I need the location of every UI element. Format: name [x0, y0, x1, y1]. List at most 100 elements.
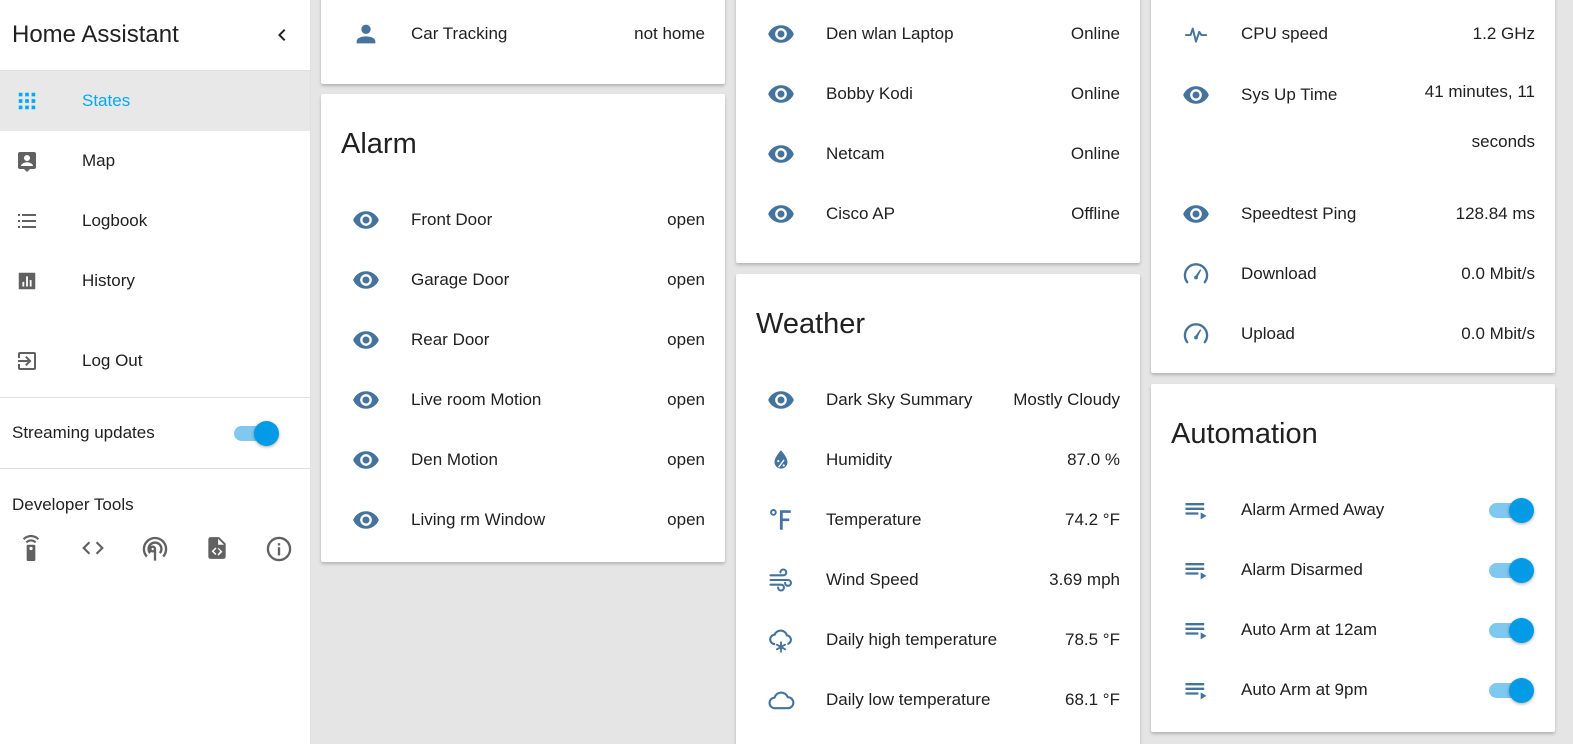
- entity-row-wind-speed[interactable]: Wind Speed 3.69 mph: [736, 550, 1140, 610]
- entity-row-car-tracking[interactable]: Car Tracking not home: [321, 4, 725, 64]
- entity-name: Download: [1241, 264, 1317, 283]
- entity-name: Living rm Window: [411, 510, 546, 529]
- code-icon: [82, 541, 104, 555]
- entity-name: CPU speed: [1241, 24, 1328, 43]
- entity-row-speedtest-ping[interactable]: Speedtest Ping 128.84 ms: [1151, 184, 1555, 244]
- entity-name: Garage Door: [411, 270, 510, 289]
- entity-row-garage-door[interactable]: Garage Door open: [321, 250, 725, 310]
- card-title: Alarm: [341, 127, 417, 160]
- sidebar-item-label: Map: [82, 151, 116, 170]
- entity-row-dark-sky-summary[interactable]: Dark Sky Summary Mostly Cloudy: [736, 370, 1140, 430]
- entity-row-front-door[interactable]: Front Door open: [321, 190, 725, 250]
- dev-tool-info[interactable]: [248, 535, 310, 563]
- automation-toggle[interactable]: [1489, 558, 1535, 583]
- entity-row-upload[interactable]: Upload 0.0 Mbit/s: [1151, 304, 1555, 364]
- speedometer-icon: [1179, 317, 1213, 351]
- entity-state: not home: [634, 24, 705, 43]
- entity-state: 0.0 Mbit/s: [1461, 324, 1535, 343]
- entity-name: Alarm Armed Away: [1241, 500, 1385, 519]
- entity-row-download[interactable]: Download 0.0 Mbit/s: [1151, 244, 1555, 304]
- file-code-icon: [208, 537, 226, 559]
- card-title: Weather: [756, 307, 866, 340]
- snow-cloud-icon: [764, 623, 798, 657]
- sidebar-item-label: History: [82, 271, 135, 290]
- eye-icon: [764, 77, 798, 111]
- eye-icon: [764, 17, 798, 51]
- entity-row-daily-low-temperature[interactable]: Daily low temperature 68.1 °F: [736, 670, 1140, 730]
- entity-state: 3.69 mph: [1049, 570, 1120, 589]
- entity-row-netcam[interactable]: Netcam Online: [736, 124, 1140, 184]
- entity-row-cpu-speed[interactable]: CPU speed 1.2 GHz: [1151, 4, 1555, 64]
- entity-name: Auto Arm at 12am: [1241, 620, 1378, 639]
- entity-state: open: [667, 450, 705, 469]
- eye-icon: [349, 503, 383, 537]
- streaming-updates-label: Streaming updates: [12, 423, 155, 442]
- logout-button[interactable]: Log Out: [0, 331, 310, 391]
- pulse-icon: [1179, 17, 1213, 51]
- automation-row-alarm-disarmed: Alarm Disarmed: [1151, 540, 1555, 600]
- entity-name: Auto Arm at 9pm: [1241, 680, 1368, 699]
- entity-name: Daily low temperature: [826, 690, 991, 709]
- entity-row-rear-door[interactable]: Rear Door open: [321, 310, 725, 370]
- entity-row-bobby-kodi[interactable]: Bobby Kodi Online: [736, 64, 1140, 124]
- entity-state: open: [667, 270, 705, 289]
- list-icon: [14, 208, 40, 234]
- account-box-icon: [14, 148, 40, 174]
- entity-name: Sys Up Time: [1241, 85, 1338, 104]
- sidebar-header: Home Assistant: [0, 0, 310, 71]
- logout-icon: [14, 348, 40, 374]
- automation-toggle[interactable]: [1489, 618, 1535, 643]
- automation-toggle[interactable]: [1489, 498, 1535, 523]
- weather-card: Weather Dark Sky Summary Mostly Cloudy H…: [736, 274, 1140, 744]
- collapse-sidebar-button[interactable]: [266, 19, 298, 51]
- sidebar-item-map[interactable]: Map: [0, 131, 310, 191]
- devices-card: Den wlan Laptop Online Bobby Kodi Online…: [736, 0, 1140, 263]
- entity-state: open: [667, 330, 705, 349]
- entity-row-sys-up-time[interactable]: Sys Up Time 41 minutes, 11 seconds: [1151, 64, 1555, 184]
- automation-toggle[interactable]: [1489, 678, 1535, 703]
- eye-icon: [349, 203, 383, 237]
- entity-name: Daily high temperature: [826, 630, 998, 649]
- entity-row-daily-high-temperature[interactable]: Daily high temperature 78.5 °F: [736, 610, 1140, 670]
- entity-name: Cisco AP: [826, 204, 895, 223]
- entity-row-den-motion[interactable]: Den Motion open: [321, 430, 725, 490]
- card-title: Automation: [1171, 417, 1318, 450]
- entity-row-den-wlan-laptop[interactable]: Den wlan Laptop Online: [736, 4, 1140, 64]
- entity-state: Online: [1070, 84, 1120, 103]
- sidebar-item-history[interactable]: History: [0, 251, 310, 311]
- streaming-updates-row: Streaming updates: [0, 398, 310, 468]
- developer-tools: [0, 515, 310, 563]
- automation-row-auto-arm-9pm: Auto Arm at 9pm: [1151, 660, 1555, 720]
- entity-row-cisco-ap[interactable]: Cisco AP Offline: [736, 184, 1140, 244]
- entity-row-living-rm-window[interactable]: Living rm Window open: [321, 490, 725, 550]
- entity-name: Live room Motion: [411, 390, 542, 409]
- entity-row-temperature[interactable]: Temperature 74.2 °F: [736, 490, 1140, 550]
- eye-icon: [349, 443, 383, 477]
- entity-name: Speedtest Ping: [1241, 204, 1357, 223]
- info-icon: [266, 536, 292, 562]
- logout-label: Log Out: [82, 351, 143, 370]
- dev-tool-states[interactable]: [186, 535, 248, 563]
- sidebar-item-logbook[interactable]: Logbook: [0, 191, 310, 251]
- streaming-updates-toggle[interactable]: [234, 421, 280, 446]
- entity-row-humidity[interactable]: Humidity 87.0 %: [736, 430, 1140, 490]
- dev-tool-events[interactable]: [124, 535, 186, 563]
- script-icon: [1179, 613, 1213, 647]
- dev-tool-templates[interactable]: [62, 535, 124, 563]
- entity-state: open: [667, 210, 705, 229]
- entity-name: Den wlan Laptop: [826, 24, 954, 43]
- entity-name: Car Tracking: [411, 24, 508, 43]
- sidebar: Home Assistant States Map Logbook Histor…: [0, 0, 311, 744]
- entity-state: Online: [1070, 24, 1120, 43]
- account-icon: [349, 17, 383, 51]
- entity-name: Alarm Disarmed: [1241, 560, 1363, 579]
- speedometer-icon: [1179, 257, 1213, 291]
- entity-state: Offline: [1071, 204, 1120, 223]
- entity-name: Bobby Kodi: [826, 84, 913, 103]
- fahrenheit-icon: [764, 503, 798, 537]
- eye-icon: [349, 323, 383, 357]
- dev-tool-services[interactable]: [0, 535, 62, 563]
- sidebar-item-states[interactable]: States: [0, 71, 310, 131]
- app-title: Home Assistant: [12, 21, 179, 48]
- entity-row-live-room-motion[interactable]: Live room Motion open: [321, 370, 725, 430]
